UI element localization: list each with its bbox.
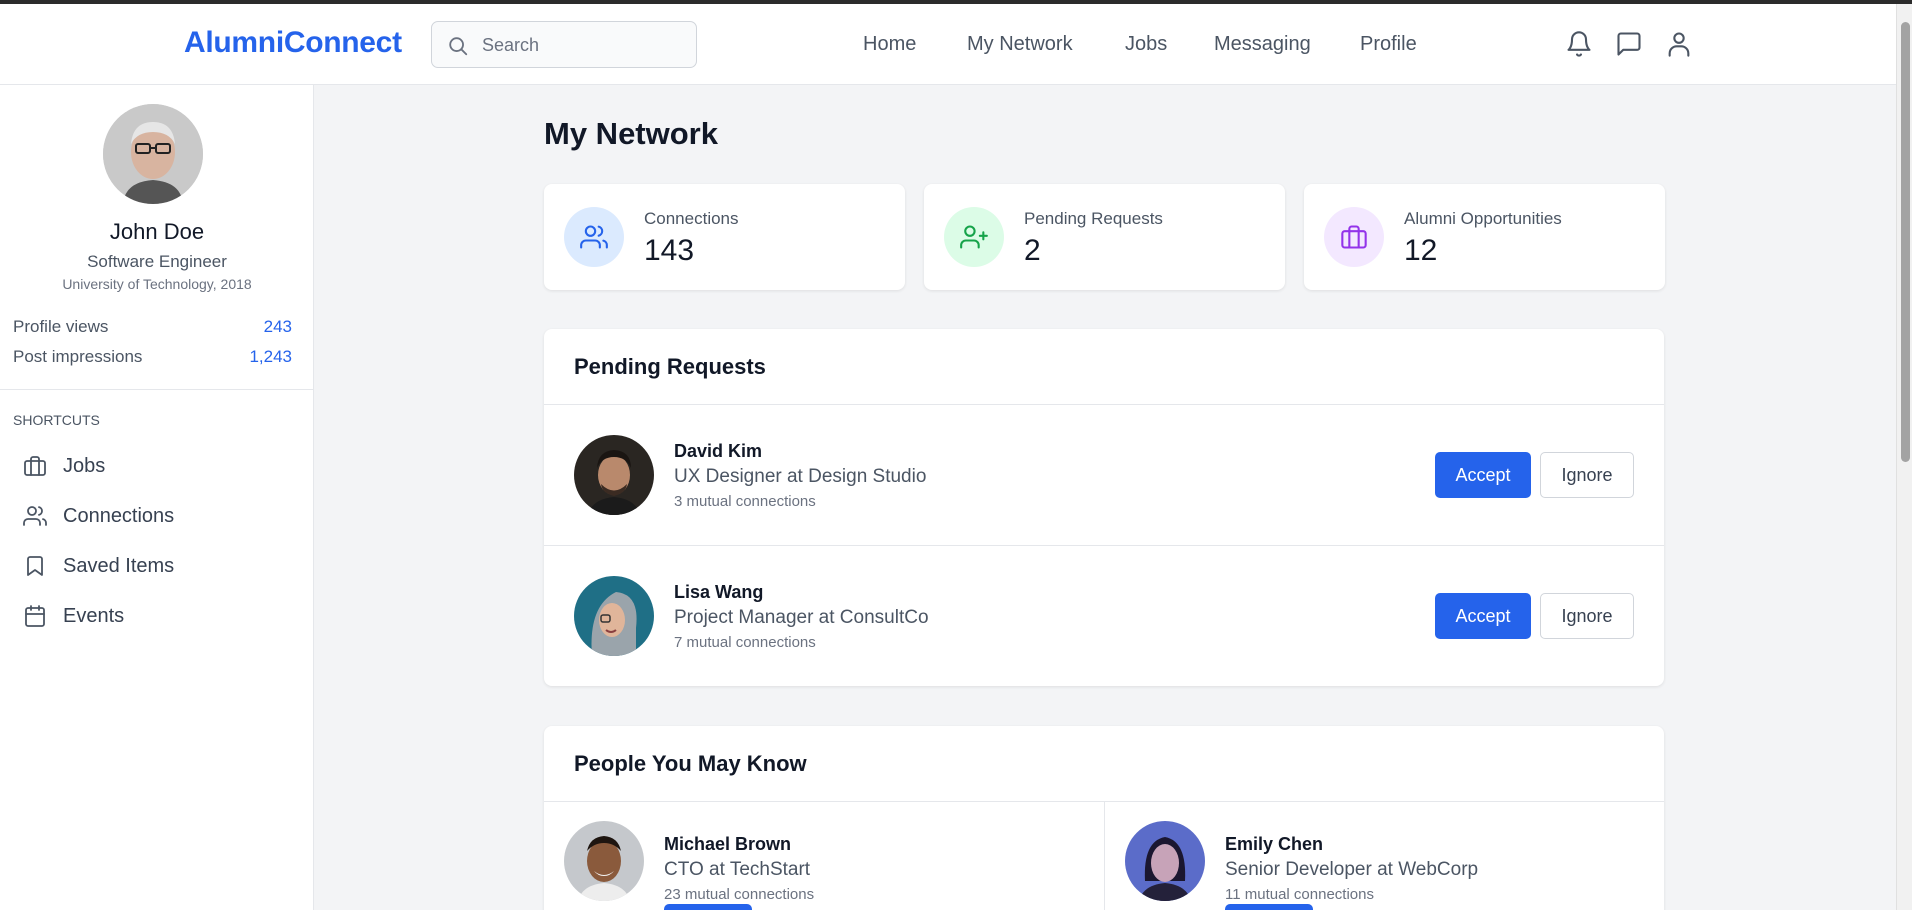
- nav-jobs[interactable]: Jobs: [1125, 33, 1167, 56]
- calendar-icon: [22, 603, 48, 629]
- stat-profile-views-label[interactable]: Profile views: [13, 317, 108, 337]
- connect-button[interactable]: [1225, 904, 1313, 910]
- stat-card-value: 2: [1024, 234, 1041, 267]
- request-mutual: 3 mutual connections: [674, 493, 816, 510]
- profile-school: University of Technology, 2018: [62, 276, 252, 292]
- connect-button[interactable]: [664, 904, 752, 910]
- ignore-button[interactable]: Ignore: [1540, 593, 1634, 639]
- ignore-button[interactable]: Ignore: [1540, 452, 1634, 498]
- app-logo[interactable]: AlumniConnect: [184, 26, 402, 60]
- stat-post-impressions-label[interactable]: Post impressions: [13, 347, 142, 367]
- bell-icon[interactable]: [1564, 28, 1594, 60]
- search-input[interactable]: [482, 32, 682, 58]
- stat-card-connections[interactable]: Connections 143: [544, 184, 905, 290]
- panel-divider: [544, 545, 1664, 546]
- nav-home[interactable]: Home: [863, 33, 916, 56]
- request-name[interactable]: David Kim: [674, 441, 762, 462]
- person-title: Senior Developer at WebCorp: [1225, 859, 1479, 880]
- person-name[interactable]: Michael Brown: [664, 834, 791, 855]
- shortcut-label: Saved Items: [63, 554, 175, 577]
- top-navbar: AlumniConnect Home My Network Jobs Messa…: [0, 4, 1896, 85]
- request-name[interactable]: Lisa Wang: [674, 582, 763, 603]
- user-plus-icon: [944, 207, 1004, 267]
- pending-requests-panel: Pending Requests David Kim UX Designer a…: [544, 329, 1664, 686]
- search-box[interactable]: [431, 21, 697, 68]
- request-mutual: 7 mutual connections: [674, 634, 816, 651]
- avatar[interactable]: [574, 435, 654, 515]
- shortcuts-heading: SHORTCUTS: [13, 412, 100, 428]
- profile-title: Software Engineer: [87, 252, 227, 271]
- avatar[interactable]: [574, 576, 654, 656]
- people-you-may-know-title: People You May Know: [574, 751, 807, 776]
- users-icon: [564, 207, 624, 267]
- briefcase-icon: [1324, 207, 1384, 267]
- message-icon[interactable]: [1614, 28, 1644, 60]
- nav-messaging[interactable]: Messaging: [1214, 33, 1311, 56]
- accept-button[interactable]: Accept: [1435, 593, 1531, 639]
- shortcut-jobs[interactable]: Jobs: [22, 450, 292, 482]
- shortcut-label: Connections: [63, 504, 175, 527]
- profile-avatar[interactable]: [103, 104, 203, 204]
- stat-profile-views-value[interactable]: 243: [264, 317, 292, 337]
- shortcut-connections[interactable]: Connections: [22, 500, 292, 532]
- person-name[interactable]: Emily Chen: [1225, 834, 1323, 855]
- stat-card-label: Pending Requests: [1024, 209, 1163, 228]
- nav-profile[interactable]: Profile: [1360, 33, 1417, 56]
- avatar[interactable]: [1125, 821, 1205, 901]
- person-mutual: 11 mutual connections: [1225, 886, 1374, 903]
- stat-card-value: 143: [644, 234, 695, 267]
- left-sidebar: John Doe Software Engineer University of…: [0, 85, 314, 910]
- person-mutual: 23 mutual connections: [664, 886, 815, 903]
- page-title: My Network: [544, 116, 718, 151]
- request-title: UX Designer at Design Studio: [674, 466, 927, 487]
- stat-card-label: Alumni Opportunities: [1404, 209, 1562, 228]
- sidebar-divider: [0, 389, 313, 390]
- user-icon[interactable]: [1664, 28, 1694, 60]
- person-title: CTO at TechStart: [664, 859, 811, 880]
- stat-card-alumni-opportunities[interactable]: Alumni Opportunities 12: [1304, 184, 1665, 290]
- stat-post-impressions-value[interactable]: 1,243: [249, 347, 292, 367]
- column-divider: [1104, 802, 1105, 910]
- nav-my-network[interactable]: My Network: [967, 33, 1073, 56]
- avatar[interactable]: [564, 821, 644, 901]
- shortcut-label: Jobs: [63, 454, 106, 477]
- stat-card-value: 12: [1404, 234, 1438, 267]
- briefcase-icon: [22, 453, 48, 479]
- search-icon: [449, 37, 468, 56]
- shortcut-events[interactable]: Events: [22, 600, 292, 632]
- people-you-may-know-panel: People You May Know Michael Brown CTO at…: [544, 726, 1664, 910]
- accept-button[interactable]: Accept: [1435, 452, 1531, 498]
- panel-divider: [544, 404, 1664, 405]
- users-icon: [22, 503, 48, 529]
- pending-requests-title: Pending Requests: [574, 354, 766, 379]
- shortcut-saved-items[interactable]: Saved Items: [22, 550, 292, 582]
- stat-card-label: Connections: [644, 209, 739, 228]
- page-scrollbar[interactable]: [1896, 4, 1912, 910]
- scrollbar-thumb[interactable]: [1901, 22, 1910, 462]
- profile-name[interactable]: John Doe: [0, 219, 314, 245]
- bookmark-icon: [22, 553, 48, 579]
- request-title: Project Manager at ConsultCo: [674, 607, 929, 628]
- shortcut-label: Events: [63, 604, 125, 627]
- stat-card-pending-requests[interactable]: Pending Requests 2: [924, 184, 1285, 290]
